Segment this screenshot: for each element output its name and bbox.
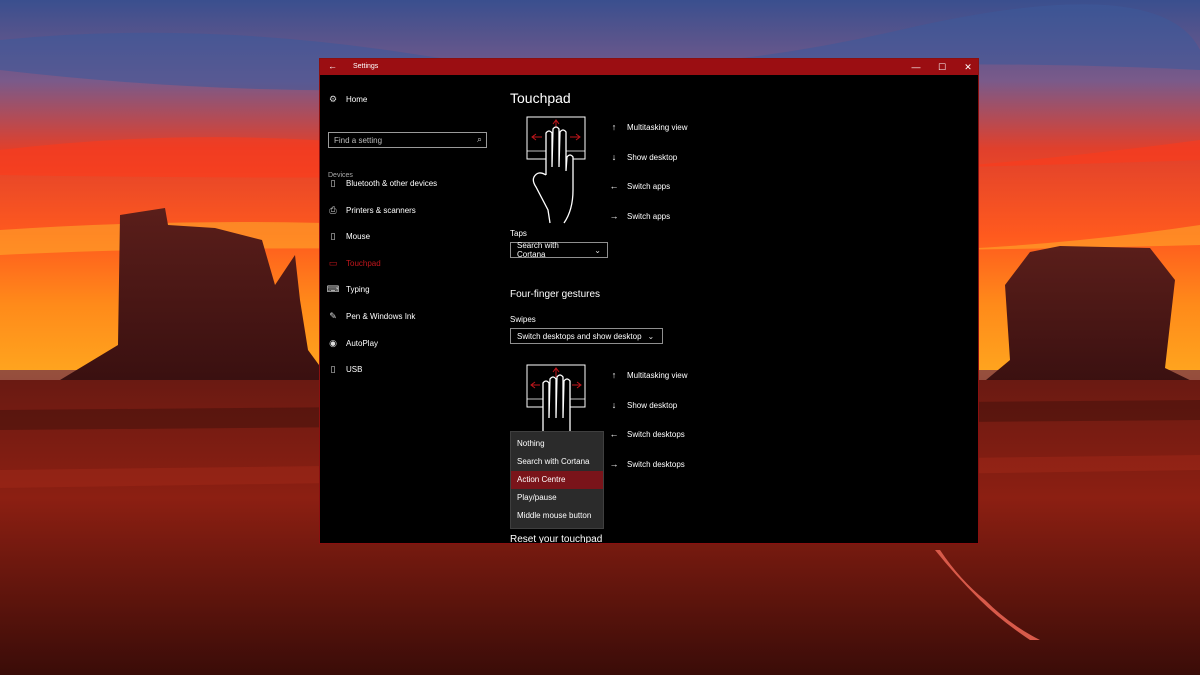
window-title: Settings [353, 63, 379, 70]
taps-label: Taps [510, 229, 527, 238]
four-finger-section-title: Four-finger gestures [510, 289, 601, 300]
gesture-label: Show desktop [627, 152, 678, 162]
dropdown-option-middle-mouse[interactable]: Middle mouse button [511, 507, 603, 525]
printer-icon: ⎙ [329, 204, 337, 215]
search-box: ⌕ [328, 132, 487, 148]
sidebar-item-mouse[interactable]: ▯ Mouse [328, 229, 371, 243]
pen-icon: ✎ [329, 310, 337, 321]
gesture-row: ← Switch apps [608, 180, 671, 192]
swipes-dropdown[interactable]: Switch desktops and show desktop ⌄ [510, 328, 663, 344]
arrow-up-icon: ↑ [611, 122, 617, 132]
gesture-row: → Switch apps [608, 210, 671, 222]
arrow-down-icon: ↓ [611, 152, 617, 162]
sidebar-item-pen[interactable]: ✎ Pen & Windows Ink [328, 309, 415, 323]
touchpad-icon: ▭ [328, 257, 338, 268]
search-input[interactable] [329, 133, 474, 147]
chevron-down-icon: ⌄ [647, 331, 655, 341]
sidebar-item-home[interactable]: ⚙ Home [328, 92, 367, 106]
close-button[interactable]: ✕ [955, 59, 981, 75]
gesture-row: ↑ Multitasking view [608, 369, 688, 381]
gear-icon: ⚙ [328, 93, 338, 104]
arrow-right-icon: → [609, 211, 619, 221]
sidebar: ⚙ Home ⌕ Devices ▯ Bluetooth & other dev… [320, 75, 500, 543]
arrow-left-icon: ← [609, 181, 619, 191]
arrow-right-icon: → [609, 459, 619, 469]
gesture-row: ↓ Show desktop [608, 151, 678, 163]
gesture-label: Multitasking view [627, 122, 688, 132]
gesture-row: ↓ Show desktop [608, 399, 678, 411]
minimize-button[interactable]: — [903, 59, 929, 75]
dropdown-value: Search with Cortana [517, 241, 559, 259]
maximize-button[interactable]: ☐ [929, 59, 955, 75]
usb-icon: ▯ [330, 363, 336, 374]
settings-window: ← Settings — ☐ ✕ ⚙ Home ⌕ Devices ▯ Blue… [319, 58, 979, 544]
back-arrow-icon[interactable]: ← [328, 61, 337, 72]
sidebar-item-printers[interactable]: ⎙ Printers & scanners [328, 203, 416, 217]
gesture-label: Switch desktops [627, 429, 685, 439]
sidebar-item-label: Printers & scanners [346, 205, 416, 215]
gesture-label: Show desktop [627, 400, 678, 410]
sidebar-item-bluetooth[interactable]: ▯ Bluetooth & other devices [328, 176, 438, 190]
gesture-row: → Switch desktops [608, 458, 685, 470]
keyboard-icon: ⌨ [326, 283, 340, 294]
gesture-row: ↑ Multitasking view [608, 121, 688, 133]
sidebar-item-label: Touchpad [346, 258, 381, 268]
gesture-label: Switch desktops [627, 459, 685, 469]
three-finger-gesture-illustration [526, 116, 586, 224]
mouse-icon: ▯ [330, 230, 336, 241]
sidebar-item-label: Home [346, 94, 368, 104]
title-bar: ← Settings — ☐ ✕ [320, 59, 978, 75]
dropdown-option-cortana[interactable]: Search with Cortana [511, 453, 603, 471]
content-pane: Touchpad ↑ Multitasking view ↓ Show desk… [510, 75, 970, 543]
chevron-down-icon: ⌄ [594, 245, 601, 255]
gesture-label: Switch apps [627, 211, 671, 221]
reset-section-title: Reset your touchpad [510, 534, 603, 543]
dropdown-option-play-pause[interactable]: Play/pause [511, 489, 603, 507]
dropdown-value: Switch desktops and show desktop [517, 331, 642, 341]
sidebar-item-touchpad[interactable]: ▭ Touchpad [328, 256, 381, 270]
gesture-label: Multitasking view [627, 370, 688, 380]
gesture-label: Switch apps [627, 181, 671, 191]
dropdown-option-nothing[interactable]: Nothing [511, 435, 603, 453]
bluetooth-icon: ▯ [330, 177, 336, 188]
taps-dropdown[interactable]: Search with Cortana ⌄ [510, 241, 608, 259]
taps-options-popup: Nothing Search with Cortana Action Centr… [510, 431, 604, 529]
swipes-label: Swipes [510, 315, 536, 324]
page-title: Touchpad [510, 90, 571, 106]
arrow-left-icon: ← [609, 429, 619, 439]
sidebar-item-label: Mouse [346, 231, 371, 241]
sidebar-item-autoplay[interactable]: ◉ AutoPlay [328, 336, 378, 350]
gesture-row: ← Switch desktops [608, 428, 685, 440]
dropdown-option-action-centre[interactable]: Action Centre [511, 471, 603, 489]
sidebar-item-label: Pen & Windows Ink [346, 311, 416, 321]
sidebar-item-label: Bluetooth & other devices [346, 178, 438, 188]
sidebar-item-typing[interactable]: ⌨ Typing [326, 282, 370, 296]
autoplay-icon: ◉ [329, 337, 337, 348]
sidebar-item-label: Typing [346, 284, 370, 294]
sidebar-item-usb[interactable]: ▯ USB [328, 362, 363, 376]
sidebar-item-label: AutoPlay [346, 338, 379, 348]
sidebar-item-label: USB [346, 364, 363, 374]
arrow-down-icon: ↓ [611, 400, 617, 410]
arrow-up-icon: ↑ [611, 370, 617, 380]
search-icon[interactable]: ⌕ [477, 134, 482, 145]
